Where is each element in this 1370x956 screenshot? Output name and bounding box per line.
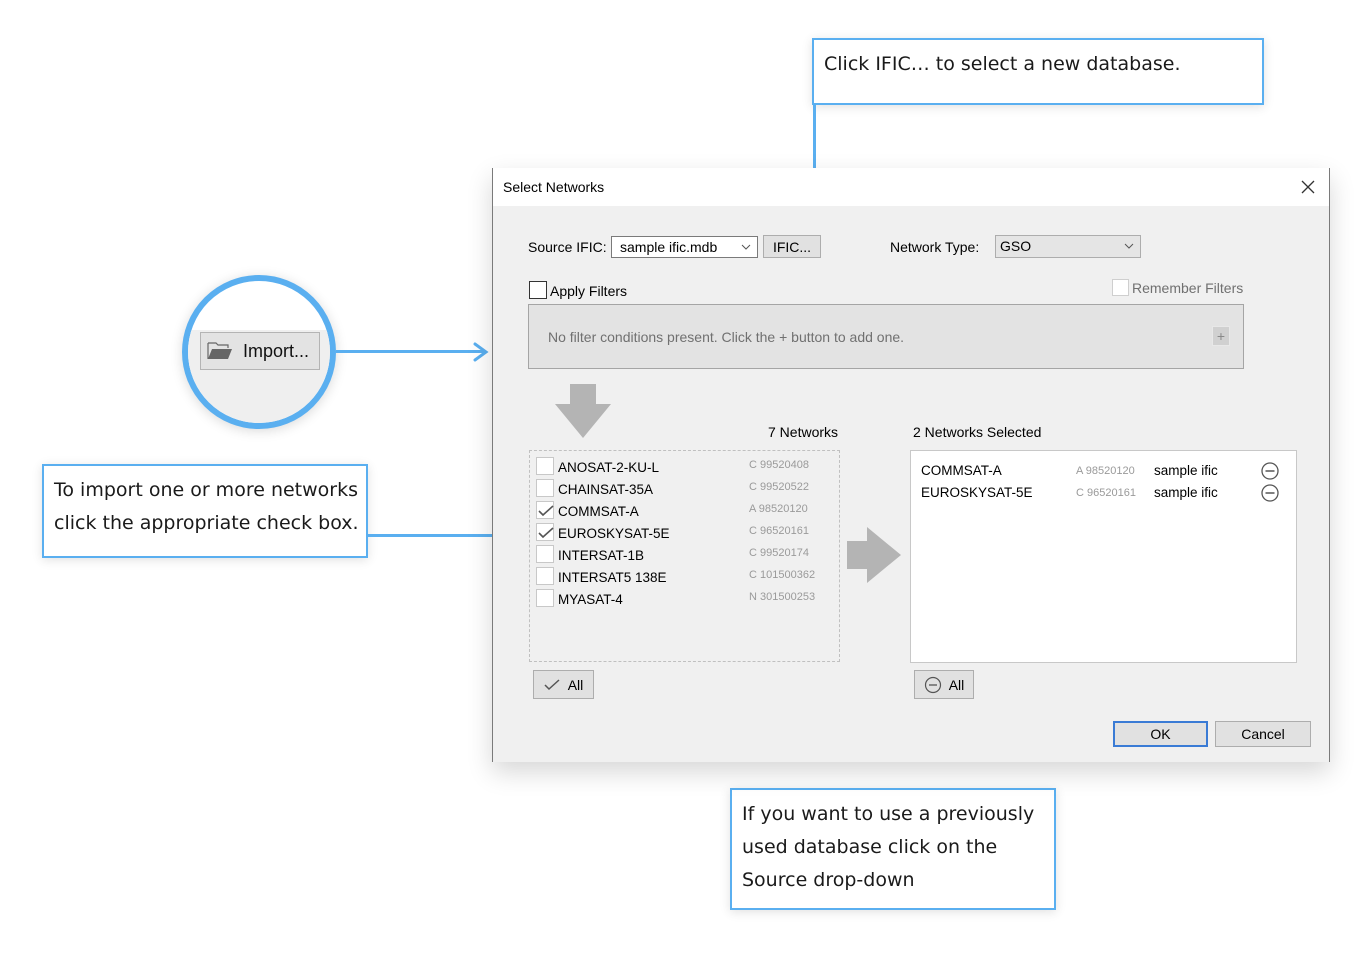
callout-checkbox-tip: To import one or more networks click the… [42, 464, 368, 558]
network-checkbox[interactable] [536, 501, 554, 519]
close-icon [1301, 180, 1315, 194]
check-icon [544, 678, 560, 690]
available-network-row[interactable]: MYASAT-4 N 301500253 [530, 587, 839, 609]
chevron-down-icon [741, 244, 751, 250]
magnifier-callout: Import... [182, 275, 336, 429]
network-name: ANOSAT-2-KU-L [558, 460, 660, 475]
selected-network-row: COMMSAT-A A 98520120 sample ific [911, 459, 1296, 481]
ok-label: OK [1150, 726, 1171, 742]
network-code: C 99520522 [749, 481, 809, 493]
available-network-row[interactable]: COMMSAT-A A 98520120 [530, 499, 839, 521]
remember-filters-checkbox[interactable] [1112, 279, 1129, 296]
network-name: INTERSAT5 138E [558, 570, 667, 585]
network-checkbox[interactable] [536, 567, 554, 585]
remove-all-label: All [948, 676, 965, 693]
arrow-down-icon [555, 384, 611, 438]
add-filter-button[interactable]: + [1212, 326, 1230, 346]
selected-count-label: 2 Networks Selected [913, 424, 1042, 440]
source-ific-label: Source IFIC: [528, 239, 607, 255]
ific-button[interactable]: IFIC... [763, 235, 821, 258]
available-network-row[interactable]: ANOSAT-2-KU-L C 99520408 [530, 455, 839, 477]
network-type-dropdown[interactable]: GSO [995, 235, 1141, 258]
network-checkbox[interactable] [536, 457, 554, 475]
network-code: A 98520120 [1076, 465, 1135, 477]
arrow-right-icon [847, 527, 901, 583]
callout-text: Source drop-down [742, 869, 915, 891]
dialog-title: Select Networks [503, 179, 605, 195]
available-network-row[interactable]: CHAINSAT-35A C 99520522 [530, 477, 839, 499]
cancel-button[interactable]: Cancel [1215, 721, 1311, 747]
minus-circle-icon [1261, 462, 1279, 480]
available-networks-list: ANOSAT-2-KU-L C 99520408 CHAINSAT-35A C 995… [529, 450, 840, 662]
network-name: COMMSAT-A [558, 504, 639, 519]
ific-button-label: IFIC... [772, 238, 812, 255]
remove-all-button[interactable]: All [914, 670, 974, 699]
network-name: CHAINSAT-35A [558, 482, 654, 497]
network-name: INTERSAT-1B [558, 548, 645, 563]
minus-circle-icon [1261, 484, 1279, 502]
callout-text: To import one or more networks [54, 479, 358, 501]
import-button[interactable]: Import... [200, 332, 320, 370]
source-ific-dropdown[interactable]: sample ific.mdb [611, 236, 758, 258]
apply-filters-checkbox[interactable] [529, 281, 547, 299]
callout-text: used database click on the [742, 836, 998, 858]
arrow-head-icon [473, 342, 489, 362]
network-type-value: GSO [1000, 238, 1032, 254]
network-name: COMMSAT-A [921, 463, 1002, 478]
network-type-label: Network Type: [890, 239, 980, 255]
available-network-row[interactable]: INTERSAT5 138E C 101500362 [530, 565, 839, 587]
network-checkbox[interactable] [536, 589, 554, 607]
network-name: EUROSKYSAT-5E [558, 526, 670, 541]
network-code: C 96520161 [1076, 487, 1136, 499]
network-code: C 99520174 [749, 547, 809, 559]
remove-network-button[interactable] [1260, 483, 1280, 508]
filter-panel: No filter conditions present. Click the … [528, 304, 1244, 369]
callout-text: If you want to use a previously [742, 803, 1035, 825]
ok-button[interactable]: OK [1113, 721, 1208, 747]
network-code: C 96520161 [749, 525, 809, 537]
callout-ific-tip: Click IFIC… to select a new database. [812, 38, 1264, 105]
check-icon [538, 505, 554, 517]
select-all-button[interactable]: All [533, 670, 594, 699]
selected-network-row: EUROSKYSAT-5E C 96520161 sample ific [911, 481, 1296, 503]
select-networks-dialog: Select Networks Source IFIC: sample ific… [492, 168, 1330, 762]
network-code: C 99520408 [749, 459, 809, 471]
network-checkbox[interactable] [536, 523, 554, 541]
remember-filters-label: Remember Filters [1132, 280, 1244, 296]
network-name: MYASAT-4 [558, 592, 623, 607]
callout-text: Click IFIC… to select a new database. [824, 53, 1181, 75]
network-source: sample ific [1154, 463, 1218, 478]
folder-open-icon [207, 342, 232, 359]
connector-line [336, 350, 484, 353]
cancel-label: Cancel [1241, 726, 1285, 742]
minus-circle-icon [924, 676, 941, 693]
network-source: sample ific [1154, 485, 1218, 500]
apply-filters-label: Apply Filters [550, 283, 628, 299]
filter-empty-message: No filter conditions present. Click the … [548, 329, 905, 345]
title-bar: Select Networks [493, 168, 1329, 206]
check-icon [538, 527, 554, 539]
network-code: A 98520120 [749, 503, 808, 515]
callout-source-tip: If you want to use a previously used dat… [730, 788, 1056, 910]
network-checkbox[interactable] [536, 545, 554, 563]
network-code: N 301500253 [749, 591, 816, 603]
network-code: C 101500362 [749, 569, 816, 581]
close-button[interactable] [1293, 174, 1323, 200]
chevron-down-icon [1124, 243, 1134, 249]
available-network-row[interactable]: EUROSKYSAT-5E C 96520161 [530, 521, 839, 543]
callout-text: click the appropriate check box. [54, 512, 359, 534]
available-network-row[interactable]: INTERSAT-1B C 99520174 [530, 543, 839, 565]
select-all-label: All [567, 676, 584, 693]
import-label: Import... [243, 340, 310, 361]
network-checkbox[interactable] [536, 479, 554, 497]
plus-icon: + [1216, 328, 1226, 344]
available-count-label: 7 Networks [768, 424, 839, 440]
source-ific-value: sample ific.mdb [620, 239, 718, 255]
network-name: EUROSKYSAT-5E [921, 485, 1033, 500]
selected-networks-list: COMMSAT-A A 98520120 sample ific EUROSKYSAT… [910, 450, 1297, 663]
